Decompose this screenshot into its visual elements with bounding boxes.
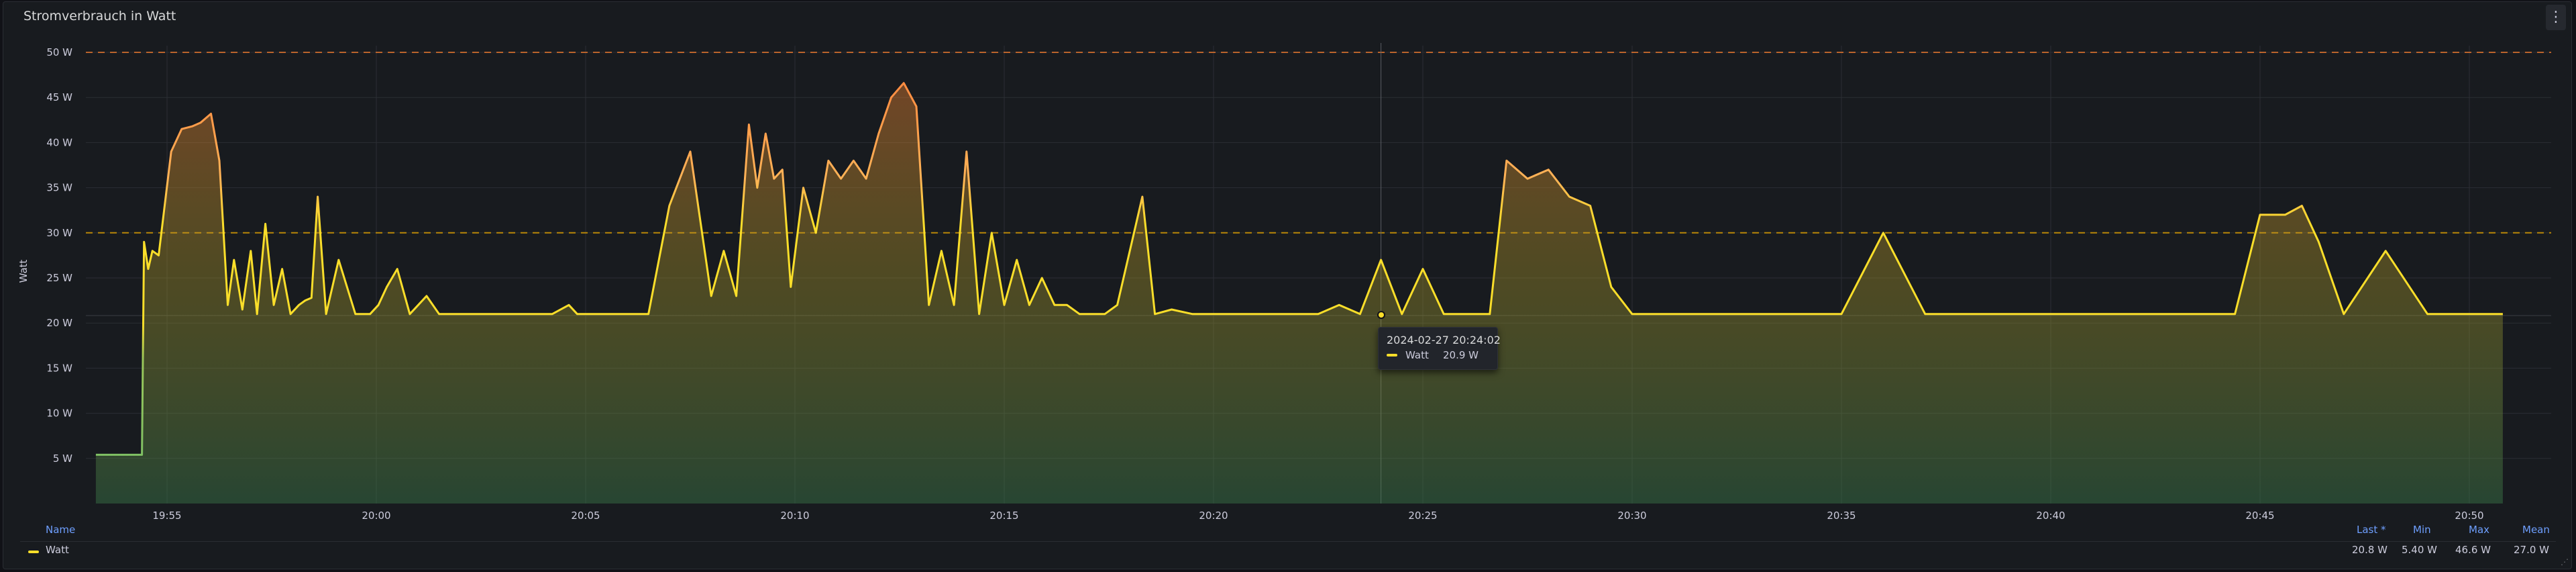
x-tick-label: 20:35 [1827, 510, 1856, 522]
x-tick-label: 20:30 [1617, 510, 1646, 522]
legend-divider [20, 541, 2556, 542]
x-tick-label: 20:45 [2245, 510, 2274, 522]
y-tick-label: 35 W [46, 182, 72, 194]
x-tick-label: 19:55 [152, 510, 181, 522]
y-tick-label: 20 W [46, 317, 72, 329]
y-tick-label: 50 W [46, 46, 72, 58]
hover-point [1377, 311, 1385, 320]
y-tick-label: 30 W [46, 227, 72, 239]
y-tick-label: 10 W [46, 408, 72, 420]
x-tick-label: 20:05 [571, 510, 600, 522]
series-area-fill [95, 83, 2503, 504]
x-tick-label: 20:40 [2036, 510, 2065, 522]
legend-min-value: 5.40 W [2402, 544, 2437, 556]
legend-series-swatch[interactable] [28, 551, 39, 553]
y-tick-label: 40 W [46, 136, 72, 148]
tooltip-series-swatch [1387, 354, 1397, 356]
tooltip-series-value: 20.9 W [1443, 349, 1479, 361]
legend-header-max[interactable]: Max [2469, 524, 2489, 536]
hover-tooltip: 2024-02-27 20:24:02 Watt 20.9 W [1378, 327, 1501, 370]
area-layer [95, 82, 2503, 504]
legend-mean-value: 27.0 W [2514, 544, 2549, 556]
y-tick-label: 15 W [46, 362, 72, 374]
x-tick-label: 20:00 [362, 510, 390, 522]
y-tick-label: 25 W [46, 272, 72, 284]
tooltip-series-name: Watt [1405, 349, 1429, 361]
legend-header-name[interactable]: Name [46, 524, 75, 536]
x-tick-label: 20:50 [2455, 510, 2483, 522]
y-tick-label: 45 W [46, 91, 72, 103]
legend-header-mean[interactable]: Mean [2522, 524, 2550, 536]
legend-series-name[interactable]: Watt [46, 544, 69, 556]
y-tick-label: 5 W [53, 452, 72, 465]
x-tick-label: 20:15 [989, 510, 1018, 522]
x-tick-label: 20:25 [1408, 510, 1437, 522]
legend-max-value: 46.6 W [2455, 544, 2491, 556]
legend-header-last[interactable]: Last * [2357, 524, 2386, 536]
legend-last-value: 20.8 W [2352, 544, 2387, 556]
chart-svg[interactable]: 5 W 10 W 15 W 20 W 25 W 30 W 35 W 40 W 45 W 50 W 1… [0, 0, 2576, 572]
tooltip-time: 2024-02-27 20:24:02 [1387, 334, 1501, 346]
x-tick-label: 20:20 [1199, 510, 1228, 522]
y-axis-label: Watt [17, 259, 30, 283]
legend-header-min[interactable]: Min [2413, 524, 2431, 536]
x-tick-label: 20:10 [780, 510, 809, 522]
